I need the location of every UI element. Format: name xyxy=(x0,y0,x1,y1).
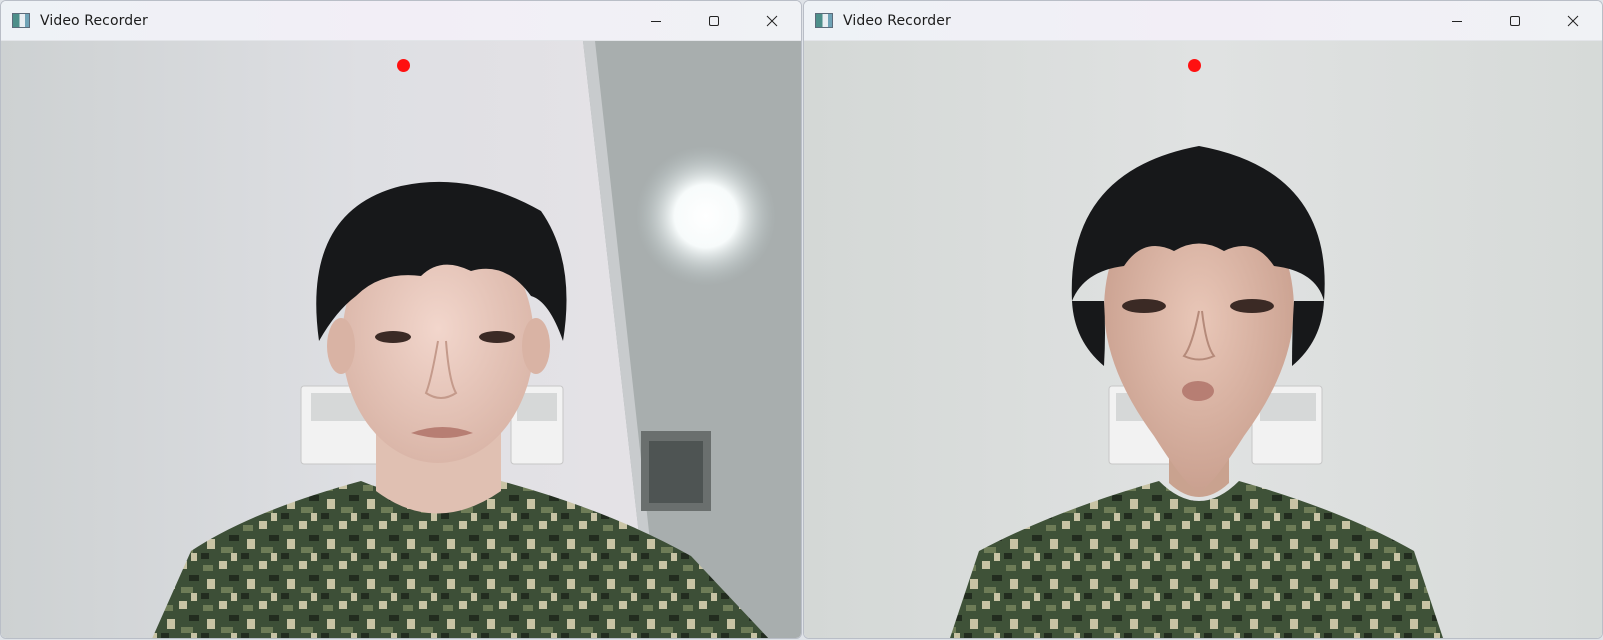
minimize-icon xyxy=(651,20,661,22)
maximize-icon xyxy=(709,15,719,26)
minimize-button[interactable] xyxy=(1428,1,1486,40)
window-controls xyxy=(1428,1,1602,40)
desktop: Video Recorder Video Recorder xyxy=(0,0,1603,640)
maximize-button[interactable] xyxy=(685,1,743,40)
video-recorder-window-1[interactable]: Video Recorder xyxy=(0,0,802,639)
app-icon xyxy=(815,13,833,28)
window-controls xyxy=(627,1,801,40)
title-bar[interactable]: Video Recorder xyxy=(1,1,801,41)
close-icon xyxy=(1567,15,1579,26)
close-button[interactable] xyxy=(1544,1,1602,40)
app-icon xyxy=(12,13,30,28)
camera-image xyxy=(1,41,801,638)
close-button[interactable] xyxy=(743,1,801,40)
recording-indicator xyxy=(397,59,410,72)
video-recorder-window-2[interactable]: Video Recorder xyxy=(803,0,1603,639)
window-title: Video Recorder xyxy=(843,12,951,29)
camera-frame xyxy=(1,41,801,638)
close-icon xyxy=(766,15,778,26)
minimize-icon xyxy=(1452,20,1462,22)
maximize-button[interactable] xyxy=(1486,1,1544,40)
window-title: Video Recorder xyxy=(40,12,148,29)
title-bar[interactable]: Video Recorder xyxy=(804,1,1602,41)
recording-indicator xyxy=(1188,59,1201,72)
minimize-button[interactable] xyxy=(627,1,685,40)
camera-image xyxy=(804,41,1602,638)
maximize-icon xyxy=(1510,15,1520,26)
camera-frame xyxy=(804,41,1602,638)
